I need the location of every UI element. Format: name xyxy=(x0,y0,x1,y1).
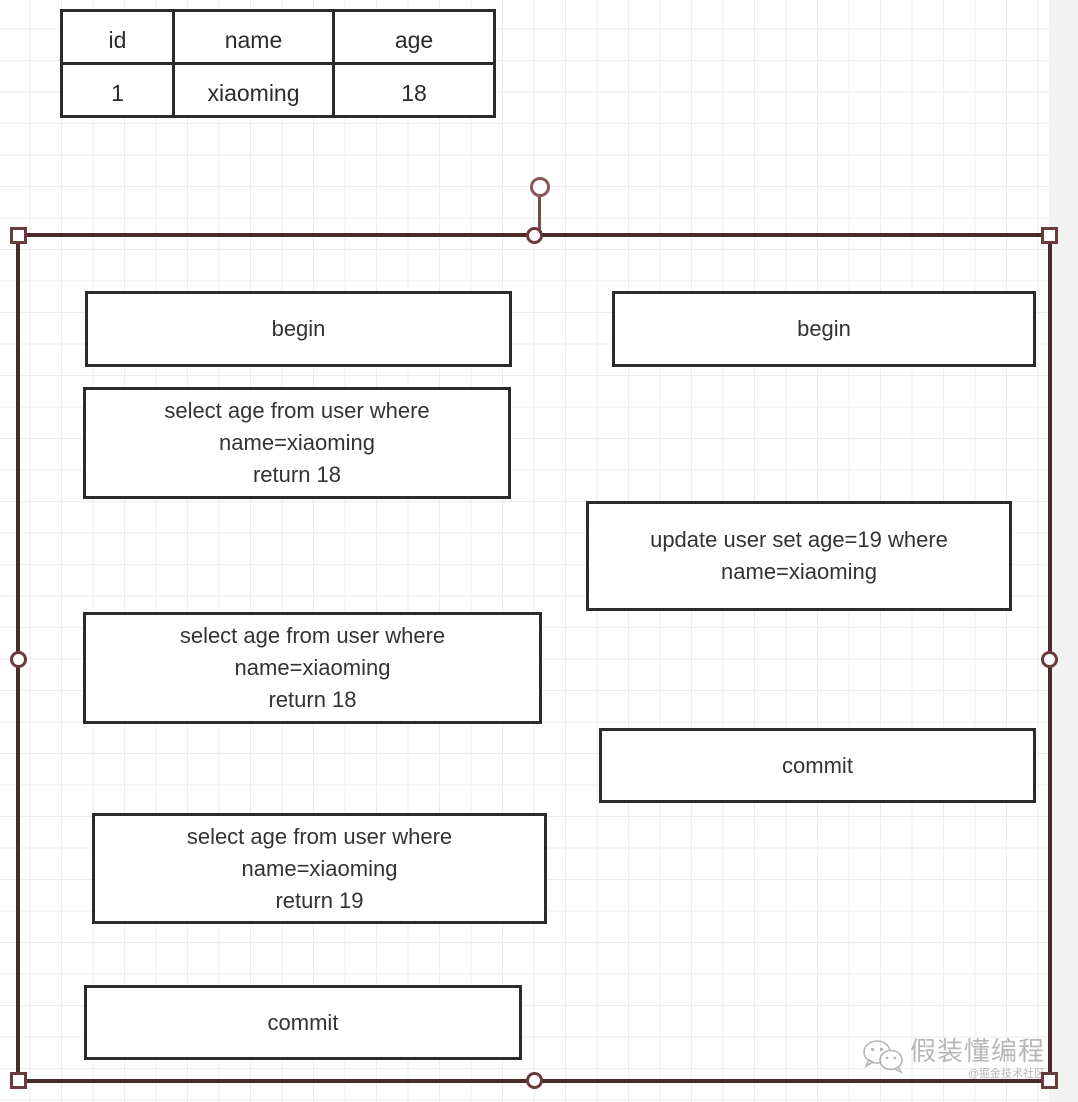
table-header-id: id xyxy=(60,9,175,65)
resize-handle-top-left[interactable] xyxy=(10,227,27,244)
statement-box-left-select-1[interactable]: select age from user where name=xiaoming… xyxy=(83,387,511,499)
selection-frame[interactable]: begin select age from user where name=xi… xyxy=(10,177,1058,1089)
resize-handle-bottom-center[interactable] xyxy=(526,1072,543,1089)
resize-handle-left-center[interactable] xyxy=(10,651,27,668)
statement-box-right-commit[interactable]: commit xyxy=(599,728,1036,803)
user-data-table: id name age 1 xiaoming 18 xyxy=(60,9,496,118)
watermark-subtitle: @掘金技术社区 xyxy=(967,1068,1046,1080)
wechat-icon xyxy=(862,1039,904,1075)
table-header-name: name xyxy=(172,9,335,65)
watermark-title: 假装懂编程 xyxy=(910,1036,1046,1066)
table-cell-id: 1 xyxy=(60,62,175,118)
canvas-right-gutter xyxy=(1049,0,1078,1102)
resize-handle-top-center[interactable] xyxy=(526,227,543,244)
table-cell-age: 18 xyxy=(332,62,496,118)
resize-handle-top-right[interactable] xyxy=(1041,227,1058,244)
diagram-canvas: id name age 1 xiaoming 18 begin select a… xyxy=(0,0,1078,1102)
table-cell-name: xiaoming xyxy=(172,62,335,118)
statement-box-right-begin[interactable]: begin xyxy=(612,291,1036,367)
statement-box-left-select-3[interactable]: select age from user where name=xiaoming… xyxy=(92,813,547,924)
rotate-handle-knob[interactable] xyxy=(530,177,550,197)
resize-handle-right-center[interactable] xyxy=(1041,651,1058,668)
statement-box-left-begin[interactable]: begin xyxy=(85,291,512,367)
watermark-texts: 假装懂编程 @掘金技术社区 xyxy=(910,1036,1045,1081)
statement-box-left-commit[interactable]: commit xyxy=(84,985,522,1060)
table-header-row: id name age xyxy=(60,9,496,65)
watermark: 假装懂编程 @掘金技术社区 xyxy=(862,1036,1062,1094)
statement-box-left-select-2[interactable]: select age from user where name=xiaoming… xyxy=(83,612,542,724)
table-row: 1 xiaoming 18 xyxy=(60,62,496,118)
statement-box-right-update[interactable]: update user set age=19 where name=xiaomi… xyxy=(586,501,1012,611)
resize-handle-bottom-left[interactable] xyxy=(10,1072,27,1089)
table-header-age: age xyxy=(332,9,496,65)
